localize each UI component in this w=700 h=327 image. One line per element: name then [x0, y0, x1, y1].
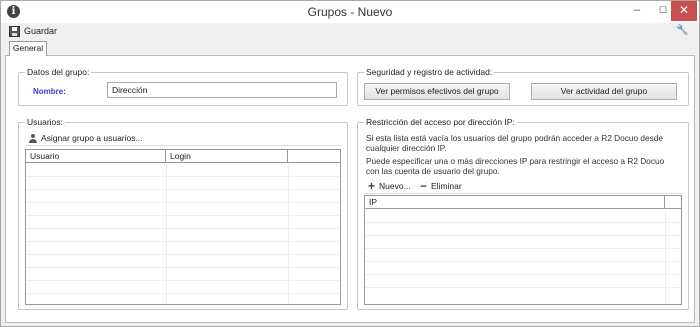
close-button[interactable]: ✕ — [671, 1, 697, 21]
grid-row-line — [26, 267, 340, 268]
column-header-filler — [665, 196, 681, 209]
grid-row-line — [365, 261, 681, 262]
ip-table[interactable]: IP — [364, 195, 682, 305]
name-input[interactable]: Dirección — [107, 82, 337, 98]
security-legend: Seguridad y registro de actividad: — [364, 67, 495, 77]
toolbar: Guardar 🔧 — [1, 23, 699, 39]
grid-row-line — [365, 274, 681, 275]
assign-users-label: Asignar grupo a usuarios... — [41, 133, 143, 143]
delete-ip-button[interactable]: − Eliminar — [420, 178, 462, 193]
grid-row-line — [26, 241, 340, 242]
group-data-box: Datos del grupo: Nombre: Dirección — [18, 67, 348, 106]
tab-panel-general: Datos del grupo: Nombre: Dirección Segur… — [5, 55, 695, 323]
grid-row-line — [365, 287, 681, 288]
grid-row-line — [26, 280, 340, 281]
ip-restriction-box: Restricción del acceso por dirección IP:… — [357, 117, 689, 310]
ip-info-empty-list: Si esta lista está vacía los usuarios de… — [366, 133, 664, 153]
users-legend: Usuarios: — [25, 117, 65, 127]
assign-users-button[interactable]: Asignar grupo a usuarios... — [29, 133, 143, 143]
name-label: Nombre: — [33, 87, 66, 96]
save-label: Guardar — [24, 26, 58, 36]
ip-table-header: IP — [365, 196, 681, 209]
wrench-icon[interactable]: 🔧 — [676, 25, 688, 36]
group-activity-button[interactable]: Ver actividad del grupo — [531, 83, 677, 100]
grid-divider — [288, 164, 289, 304]
users-box: Usuarios: Asignar grupo a usuarios... Us… — [18, 117, 348, 310]
grid-row-line — [26, 189, 340, 190]
grid-row-line — [365, 222, 681, 223]
grid-row-line — [26, 202, 340, 203]
window-title: Grupos - Nuevo — [307, 5, 393, 19]
grid-row-line — [26, 176, 340, 177]
minus-icon: − — [420, 178, 428, 193]
column-header-ip[interactable]: IP — [365, 196, 665, 209]
user-icon — [29, 133, 37, 143]
grid-divider — [166, 164, 167, 304]
save-button[interactable]: Guardar — [9, 24, 57, 38]
column-header-usuario[interactable]: Usuario — [26, 150, 166, 163]
plus-icon: + — [368, 178, 376, 193]
grid-row-line — [26, 228, 340, 229]
users-table[interactable]: Usuario Login — [25, 149, 341, 305]
grid-row-line — [365, 248, 681, 249]
users-table-header: Usuario Login — [26, 150, 340, 163]
ip-restriction-legend: Restricción del acceso por dirección IP: — [364, 117, 517, 127]
window: i Grupos - Nuevo – ☐ ✕ Guardar 🔧 General… — [0, 0, 700, 327]
effective-permissions-button[interactable]: Ver permisos efectivos del grupo — [364, 83, 510, 100]
tab-general[interactable]: General — [9, 41, 47, 56]
new-ip-label: Nuevo... — [379, 181, 411, 191]
minimize-button[interactable]: – — [624, 1, 650, 21]
ip-table-body — [365, 210, 681, 304]
users-separator — [25, 145, 341, 146]
grid-row-line — [26, 215, 340, 216]
delete-ip-label: Eliminar — [431, 181, 462, 191]
grid-row-line — [26, 254, 340, 255]
ip-info-specify: Puede especificar una o más direcciones … — [366, 156, 665, 176]
users-table-body — [26, 164, 340, 304]
column-header-filler — [288, 150, 340, 163]
grid-row-line — [365, 235, 681, 236]
new-ip-button[interactable]: + Nuevo... — [368, 178, 411, 193]
title-bar: i Grupos - Nuevo – ☐ ✕ — [1, 1, 699, 23]
security-box: Seguridad y registro de actividad: Ver p… — [357, 67, 689, 106]
grid-row-line — [26, 293, 340, 294]
column-header-login[interactable]: Login — [166, 150, 288, 163]
group-data-legend: Datos del grupo: — [25, 67, 92, 77]
ip-separator — [364, 193, 682, 194]
save-icon — [9, 25, 20, 37]
grid-divider — [665, 210, 666, 304]
